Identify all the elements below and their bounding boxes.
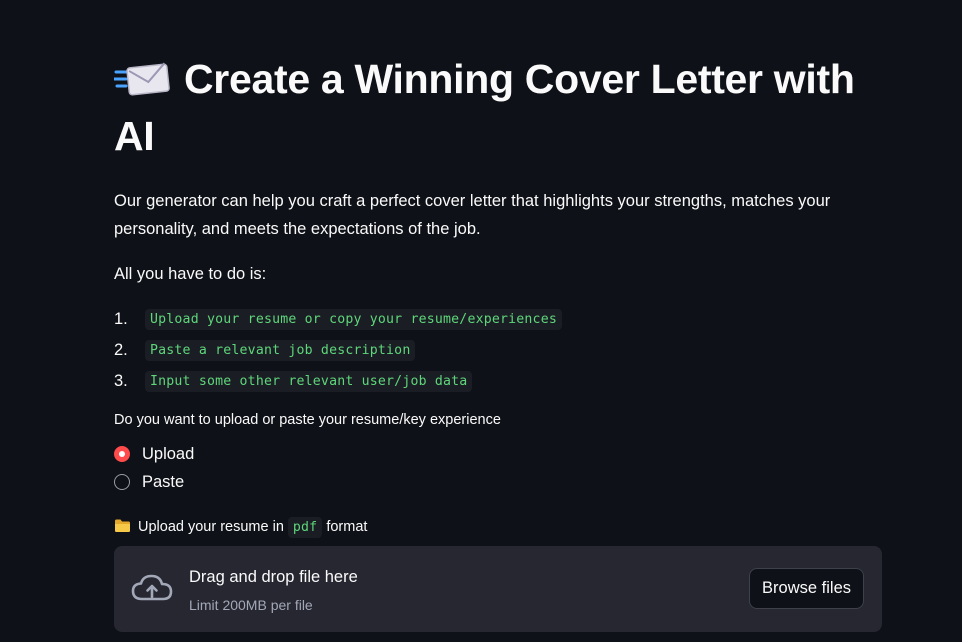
dropzone-title: Drag and drop file here [189, 568, 358, 586]
folder-icon [114, 518, 131, 537]
radio-unselected-icon[interactable] [114, 474, 130, 490]
uploader-format-code: pdf [287, 516, 323, 538]
cloud-upload-icon [131, 573, 173, 608]
steps-list: 1. Upload your resume or copy your resum… [114, 304, 882, 397]
dropzone-limit: Limit 200MB per file [189, 597, 313, 613]
radio-option-upload[interactable]: Upload [114, 440, 882, 468]
intro-text: Our generator can help you craft a perfe… [114, 192, 831, 238]
radio-selected-icon[interactable] [114, 446, 130, 462]
step-number: 2. [114, 341, 128, 359]
step-text: Upload your resume or copy your resume/e… [145, 309, 562, 330]
list-item: 2. Paste a relevant job description [114, 335, 882, 366]
step-number: 1. [114, 310, 128, 328]
resume-mode-label: Do you want to upload or paste your resu… [114, 412, 501, 428]
steps-lead: All you have to do is: [114, 265, 267, 283]
radio-option-label: Upload [142, 444, 195, 463]
step-text: Input some other relevant user/job data [145, 371, 473, 392]
page-title-text: Create a Winning Cover Letter with AI [114, 56, 855, 159]
step-number: 3. [114, 372, 128, 390]
file-dropzone[interactable]: Drag and drop file here Limit 200MB per … [114, 546, 882, 632]
uploader-label-text: Upload your resume in [138, 519, 284, 535]
list-item: 1. Upload your resume or copy your resum… [114, 304, 882, 335]
resume-mode-radio-group: Upload Paste [114, 440, 882, 496]
radio-option-label: Paste [142, 472, 185, 491]
uploader-label: Upload your resume in pdf format [114, 516, 882, 538]
page-title: Create a Winning Cover Letter with AI [112, 52, 882, 163]
dropzone-text: Drag and drop file here Limit 200MB per … [189, 566, 358, 615]
browse-files-button[interactable]: Browse files [749, 568, 864, 609]
step-text: Paste a relevant job description [145, 340, 416, 361]
radio-option-paste[interactable]: Paste [114, 468, 882, 496]
uploader-label-suffix: format [326, 519, 368, 535]
list-item: 3. Input some other relevant user/job da… [114, 366, 882, 397]
main-content: Create a Winning Cover Letter with AI Ou… [112, 52, 882, 632]
incoming-envelope-icon [112, 55, 170, 109]
